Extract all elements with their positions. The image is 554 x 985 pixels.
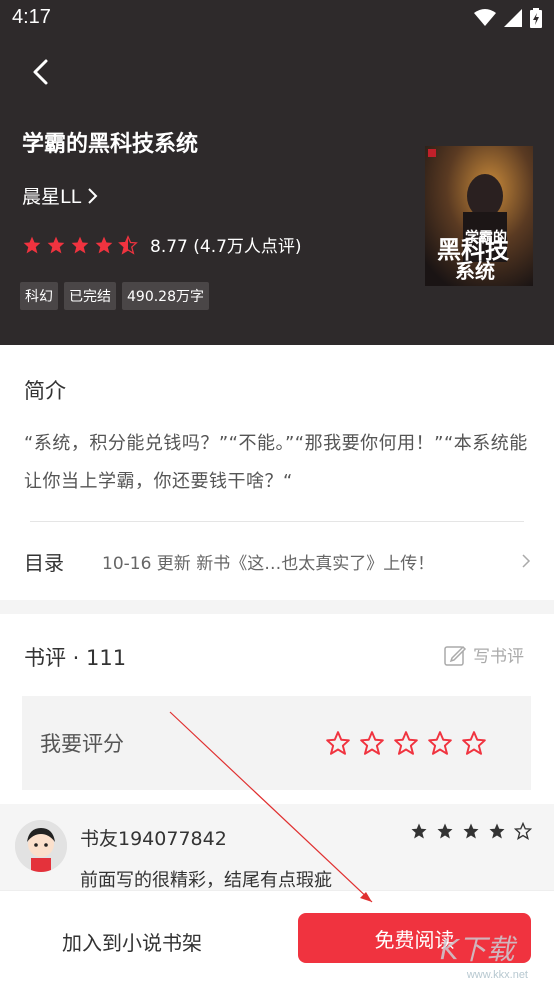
avatar[interactable] (15, 820, 67, 872)
rate-star-5[interactable] (461, 730, 487, 756)
chevron-right-icon (88, 187, 98, 204)
star-icon (489, 823, 505, 839)
tag-genre[interactable]: 科幻 (20, 282, 58, 310)
star-icon (47, 236, 65, 253)
star-icon (411, 823, 427, 839)
tag-wordcount: 490.28万字 (122, 282, 209, 310)
rating-row: 8.77 (4.7万人点评) (22, 232, 302, 257)
wifi-icon (474, 9, 496, 26)
rating-text: 8.77 (4.7万人点评) (150, 237, 302, 257)
rate-stars (325, 730, 487, 756)
intro-text[interactable]: “系统，积分能兑钱吗？”“不能。”“那我要你何用！”“本系统能让你当上学霸，你还… (24, 425, 534, 501)
svg-text:系统: 系统 (455, 259, 495, 283)
back-arrow-icon (33, 59, 48, 85)
book-title: 学霸的黑科技系统 (22, 132, 199, 157)
star-icon (437, 823, 453, 839)
rate-star-4[interactable] (427, 730, 453, 756)
tag-list: 科幻 已完结 490.28万字 (20, 282, 209, 310)
divider (30, 521, 524, 522)
intro-card: 简介 “系统，积分能兑钱吗？”“不能。”“那我要你何用！”“本系统能让你当上学霸… (0, 345, 554, 600)
add-to-shelf-button[interactable]: 加入到小说书架 (40, 921, 240, 961)
signal-icon (504, 9, 522, 27)
star-icon (23, 236, 41, 253)
book-cover[interactable]: 学霸的 黑科技 系统 (425, 146, 533, 286)
rate-label: 我要评分 (40, 732, 124, 756)
chevron-right-icon (522, 554, 531, 568)
tag-status: 已完结 (64, 282, 116, 310)
back-button[interactable] (26, 56, 58, 88)
book-cover-image: 学霸的 黑科技 系统 (425, 146, 533, 286)
comment-stars (410, 822, 532, 840)
author-name: 晨星LL (22, 186, 82, 208)
star-icon (95, 236, 113, 253)
rate-star-1[interactable] (325, 730, 351, 756)
intro-title: 简介 (24, 379, 66, 403)
rate-star-2[interactable] (359, 730, 385, 756)
review-title: 书评 · 111 (24, 646, 127, 670)
write-review-label: 写书评 (473, 647, 524, 667)
book-header: 4:17 学霸的黑科技系统 晨星LL 8.77 (4.7万人点评) 科幻 已完结… (0, 0, 554, 345)
watermark-text: www.kkx.net (466, 969, 528, 981)
empty-star-icon (514, 822, 532, 840)
rate-box: 我要评分 (22, 696, 531, 790)
author-link[interactable]: 晨星LL (22, 182, 99, 209)
write-review-button[interactable]: 写书评 (443, 642, 524, 667)
status-bar: 4:17 (0, 0, 554, 36)
status-icons (474, 8, 542, 28)
svg-text:K下载: K下载 (440, 933, 517, 966)
battery-icon (530, 8, 542, 28)
status-time: 4:17 (12, 6, 51, 28)
catalog-update-text: 10-16 更新 新书《这…也太真实了》上传！ (102, 553, 435, 574)
review-section: 书评 · 111 写书评 我要评分 书友194077842 前面写的很精彩，结尾… (0, 614, 554, 894)
comment-text: 前面写的很精彩，结尾有点瑕疵 (80, 870, 332, 891)
avatar-image (15, 820, 67, 872)
half-star-icon (118, 234, 138, 255)
star-icon (463, 823, 479, 839)
star-icon (71, 236, 89, 253)
comment-item[interactable]: 书友194077842 前面写的很精彩，结尾有点瑕疵 (0, 804, 554, 894)
rate-star-3[interactable] (393, 730, 419, 756)
comment-username[interactable]: 书友194077842 (80, 824, 227, 851)
catalog-row[interactable]: 目录 10-16 更新 新书《这…也太真实了》上传！ (24, 545, 534, 577)
edit-icon (444, 645, 467, 666)
catalog-label: 目录 (24, 550, 64, 575)
